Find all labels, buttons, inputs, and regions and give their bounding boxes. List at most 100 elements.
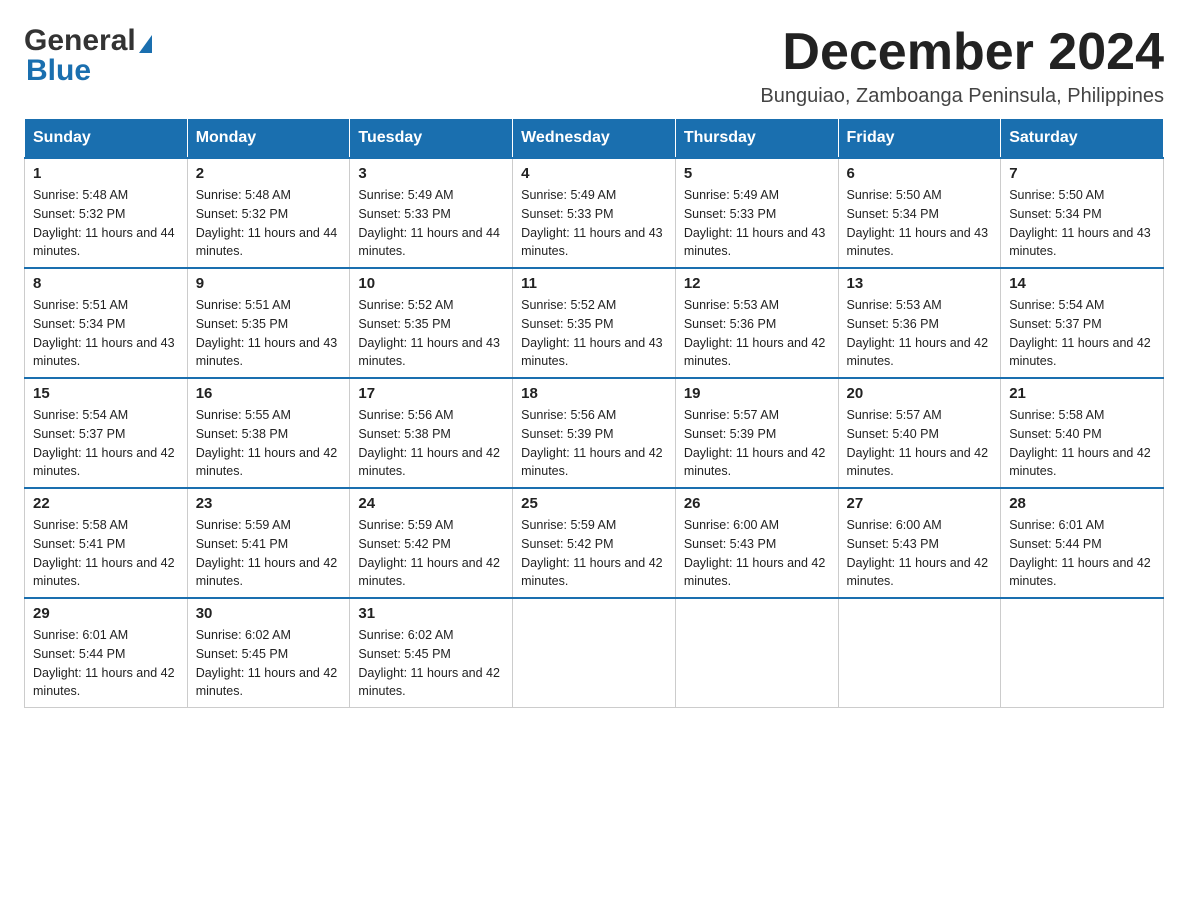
calendar-cell: 1 Sunrise: 5:48 AMSunset: 5:32 PMDaylight… xyxy=(25,158,188,268)
page-header: General Blue December 2024 Bunguiao, Zam… xyxy=(24,24,1164,108)
calendar-cell: 11 Sunrise: 5:52 AMSunset: 5:35 PMDayligh… xyxy=(513,268,676,378)
day-number: 31 xyxy=(358,605,504,622)
calendar-cell: 29Sunrise: 6:01 AMSunset: 5:44 PMDayligh… xyxy=(25,598,188,708)
calendar-cell: 23 Sunrise: 5:59 AMSunset: 5:41 PMDayligh… xyxy=(187,488,350,598)
header-saturday: Saturday xyxy=(1001,119,1164,159)
week-row-4: 22 Sunrise: 5:58 AMSunset: 5:41 PMDayligh… xyxy=(25,488,1164,598)
day-info: Sunrise: 5:56 AMSunset: 5:38 PMDaylight:… xyxy=(358,406,504,481)
day-number: 30 xyxy=(196,605,342,622)
day-number: 22 xyxy=(33,495,179,512)
day-info: Sunrise: 5:57 AMSunset: 5:39 PMDaylight:… xyxy=(684,406,830,481)
calendar-cell xyxy=(838,598,1001,708)
day-number: 13 xyxy=(847,275,993,292)
calendar-cell: 16Sunrise: 5:55 AMSunset: 5:38 PMDayligh… xyxy=(187,378,350,488)
calendar-cell: 17 Sunrise: 5:56 AMSunset: 5:38 PMDayligh… xyxy=(350,378,513,488)
day-number: 12 xyxy=(684,275,830,292)
day-info: Sunrise: 5:53 AMSunset: 5:36 PMDaylight:… xyxy=(847,296,993,371)
calendar-cell: 3 Sunrise: 5:49 AMSunset: 5:33 PMDaylight… xyxy=(350,158,513,268)
day-number: 20 xyxy=(847,385,993,402)
week-row-2: 8 Sunrise: 5:51 AMSunset: 5:34 PMDaylight… xyxy=(25,268,1164,378)
day-number: 8 xyxy=(33,275,179,292)
day-info: Sunrise: 5:57 AMSunset: 5:40 PMDaylight:… xyxy=(847,406,993,481)
day-info: Sunrise: 5:52 AMSunset: 5:35 PMDaylight:… xyxy=(521,296,667,371)
day-number: 17 xyxy=(358,385,504,402)
calendar-cell: 9Sunrise: 5:51 AMSunset: 5:35 PMDaylight… xyxy=(187,268,350,378)
calendar-cell: 30 Sunrise: 6:02 AMSunset: 5:45 PMDayligh… xyxy=(187,598,350,708)
day-number: 21 xyxy=(1009,385,1155,402)
day-info: Sunrise: 5:54 AMSunset: 5:37 PMDaylight:… xyxy=(1009,296,1155,371)
day-info: Sunrise: 6:02 AMSunset: 5:45 PMDaylight:… xyxy=(196,626,342,701)
day-number: 1 xyxy=(33,165,179,182)
calendar-cell xyxy=(513,598,676,708)
day-info: Sunrise: 5:49 AMSunset: 5:33 PMDaylight:… xyxy=(684,186,830,261)
header-sunday: Sunday xyxy=(25,119,188,159)
day-number: 3 xyxy=(358,165,504,182)
day-number: 6 xyxy=(847,165,993,182)
day-info: Sunrise: 5:59 AMSunset: 5:41 PMDaylight:… xyxy=(196,516,342,591)
day-number: 4 xyxy=(521,165,667,182)
day-number: 23 xyxy=(196,495,342,512)
calendar-cell: 4 Sunrise: 5:49 AMSunset: 5:33 PMDaylight… xyxy=(513,158,676,268)
calendar-cell: 14 Sunrise: 5:54 AMSunset: 5:37 PMDayligh… xyxy=(1001,268,1164,378)
calendar-cell: 19 Sunrise: 5:57 AMSunset: 5:39 PMDayligh… xyxy=(675,378,838,488)
day-info: Sunrise: 5:49 AMSunset: 5:33 PMDaylight:… xyxy=(521,186,667,261)
day-number: 15 xyxy=(33,385,179,402)
calendar-cell: 25Sunrise: 5:59 AMSunset: 5:42 PMDayligh… xyxy=(513,488,676,598)
calendar-cell: 15 Sunrise: 5:54 AMSunset: 5:37 PMDayligh… xyxy=(25,378,188,488)
day-info: Sunrise: 5:58 AMSunset: 5:41 PMDaylight:… xyxy=(33,516,179,591)
day-info: Sunrise: 5:56 AMSunset: 5:39 PMDaylight:… xyxy=(521,406,667,481)
day-info: Sunrise: 6:01 AMSunset: 5:44 PMDaylight:… xyxy=(1009,516,1155,591)
day-number: 7 xyxy=(1009,165,1155,182)
week-row-3: 15 Sunrise: 5:54 AMSunset: 5:37 PMDayligh… xyxy=(25,378,1164,488)
day-info: Sunrise: 5:51 AMSunset: 5:34 PMDaylight:… xyxy=(33,296,179,371)
calendar-cell: 2Sunrise: 5:48 AMSunset: 5:32 PMDaylight… xyxy=(187,158,350,268)
day-info: Sunrise: 5:51 AMSunset: 5:35 PMDaylight:… xyxy=(196,296,342,371)
day-number: 29 xyxy=(33,605,179,622)
day-info: Sunrise: 5:48 AMSunset: 5:32 PMDaylight:… xyxy=(196,186,342,261)
calendar-cell: 13 Sunrise: 5:53 AMSunset: 5:36 PMDayligh… xyxy=(838,268,1001,378)
title-block: December 2024 Bunguiao, Zamboanga Penins… xyxy=(760,24,1164,108)
calendar-cell: 6Sunrise: 5:50 AMSunset: 5:34 PMDaylight… xyxy=(838,158,1001,268)
day-info: Sunrise: 6:00 AMSunset: 5:43 PMDaylight:… xyxy=(847,516,993,591)
calendar-cell: 27 Sunrise: 6:00 AMSunset: 5:43 PMDayligh… xyxy=(838,488,1001,598)
calendar-cell: 22 Sunrise: 5:58 AMSunset: 5:41 PMDayligh… xyxy=(25,488,188,598)
day-number: 19 xyxy=(684,385,830,402)
logo: General Blue xyxy=(24,24,152,88)
calendar-cell: 31 Sunrise: 6:02 AMSunset: 5:45 PMDayligh… xyxy=(350,598,513,708)
week-row-1: 1 Sunrise: 5:48 AMSunset: 5:32 PMDaylight… xyxy=(25,158,1164,268)
weekday-header-row: SundayMondayTuesdayWednesdayThursdayFrid… xyxy=(25,119,1164,159)
calendar-cell: 5Sunrise: 5:49 AMSunset: 5:33 PMDaylight… xyxy=(675,158,838,268)
day-info: Sunrise: 5:54 AMSunset: 5:37 PMDaylight:… xyxy=(33,406,179,481)
day-number: 11 xyxy=(521,275,667,292)
day-info: Sunrise: 5:52 AMSunset: 5:35 PMDaylight:… xyxy=(358,296,504,371)
logo-general-text: General xyxy=(24,24,136,57)
logo-blue-text: Blue xyxy=(24,54,91,88)
day-number: 24 xyxy=(358,495,504,512)
header-friday: Friday xyxy=(838,119,1001,159)
day-info: Sunrise: 5:50 AMSunset: 5:34 PMDaylight:… xyxy=(1009,186,1155,261)
calendar-cell: 21Sunrise: 5:58 AMSunset: 5:40 PMDayligh… xyxy=(1001,378,1164,488)
week-row-5: 29Sunrise: 6:01 AMSunset: 5:44 PMDayligh… xyxy=(25,598,1164,708)
day-number: 18 xyxy=(521,385,667,402)
day-number: 14 xyxy=(1009,275,1155,292)
day-info: Sunrise: 6:02 AMSunset: 5:45 PMDaylight:… xyxy=(358,626,504,701)
calendar-cell: 8 Sunrise: 5:51 AMSunset: 5:34 PMDaylight… xyxy=(25,268,188,378)
calendar-table: SundayMondayTuesdayWednesdayThursdayFrid… xyxy=(24,118,1164,708)
logo-arrow-icon xyxy=(139,35,152,53)
month-title: December 2024 xyxy=(760,24,1164,81)
day-info: Sunrise: 5:48 AMSunset: 5:32 PMDaylight:… xyxy=(33,186,179,261)
location-text: Bunguiao, Zamboanga Peninsula, Philippin… xyxy=(760,85,1164,108)
day-info: Sunrise: 5:53 AMSunset: 5:36 PMDaylight:… xyxy=(684,296,830,371)
header-monday: Monday xyxy=(187,119,350,159)
day-info: Sunrise: 5:59 AMSunset: 5:42 PMDaylight:… xyxy=(358,516,504,591)
calendar-cell xyxy=(1001,598,1164,708)
day-number: 28 xyxy=(1009,495,1155,512)
day-info: Sunrise: 5:49 AMSunset: 5:33 PMDaylight:… xyxy=(358,186,504,261)
day-number: 27 xyxy=(847,495,993,512)
day-info: Sunrise: 6:00 AMSunset: 5:43 PMDaylight:… xyxy=(684,516,830,591)
header-wednesday: Wednesday xyxy=(513,119,676,159)
calendar-cell: 12 Sunrise: 5:53 AMSunset: 5:36 PMDayligh… xyxy=(675,268,838,378)
calendar-cell: 26Sunrise: 6:00 AMSunset: 5:43 PMDayligh… xyxy=(675,488,838,598)
calendar-cell: 20 Sunrise: 5:57 AMSunset: 5:40 PMDayligh… xyxy=(838,378,1001,488)
calendar-cell: 18 Sunrise: 5:56 AMSunset: 5:39 PMDayligh… xyxy=(513,378,676,488)
